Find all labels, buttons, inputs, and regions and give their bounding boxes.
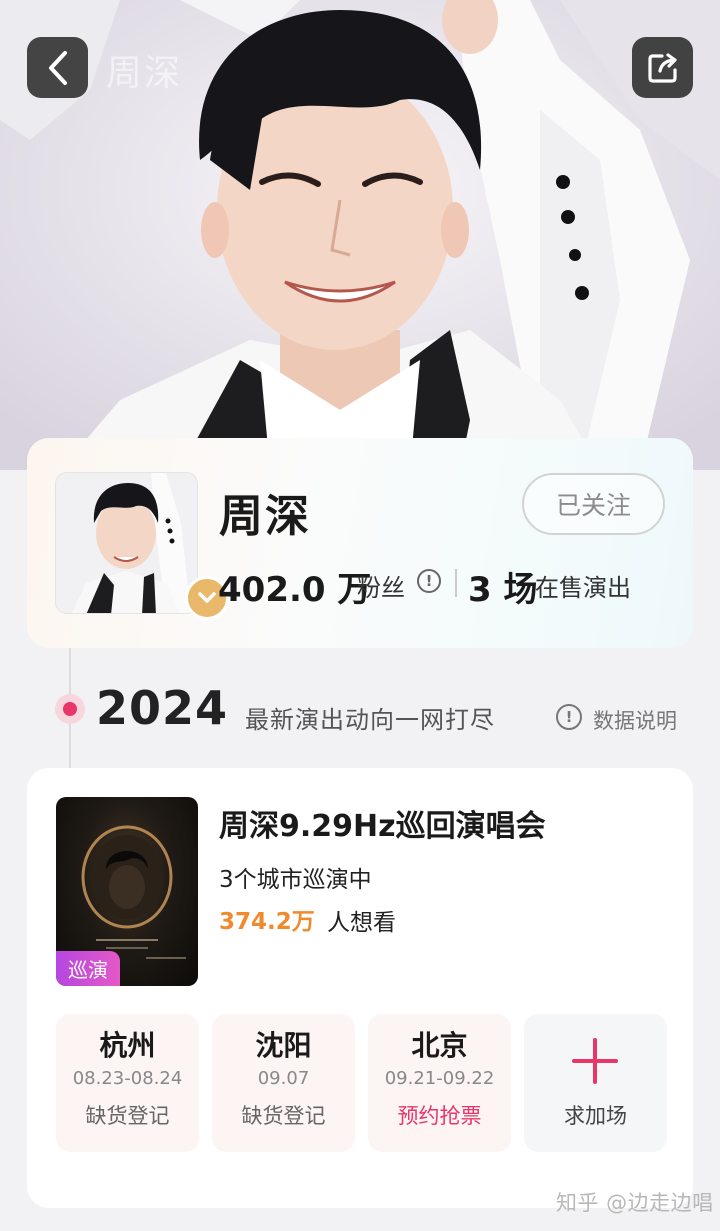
artist-hero-banner: 周深 [0, 0, 720, 470]
city-card-hangzhou[interactable]: 杭州 08.23-08.24 缺货登记 [56, 1014, 199, 1152]
city-name: 沈阳 [255, 1029, 312, 1062]
share-icon [647, 52, 677, 83]
city-status: 缺货登记 [85, 1104, 170, 1128]
want-label: 人想看 [327, 910, 396, 936]
fans-info-icon[interactable]: ! [417, 569, 441, 593]
shows-label: 在售演出 [535, 574, 631, 602]
city-date: 09.21-09.22 [384, 1068, 495, 1089]
tour-card[interactable]: 巡演 周深9.29Hz巡回演唱会 3个城市巡演中 374.2万 人想看 杭州 0… [27, 768, 693, 1208]
data-info-icon[interactable]: ! [556, 704, 582, 730]
timeline-dot [55, 694, 85, 724]
artist-info-card: 周深 已关注 402.0 万 粉丝 ! 3 场 在售演出 [27, 438, 693, 648]
fans-count: 402.0 万 [218, 570, 372, 610]
data-info-link[interactable]: 数据说明 [593, 705, 677, 735]
artist-name: 周深 [219, 491, 311, 542]
request-more-shows-label: 求加场 [564, 1104, 627, 1128]
tour-cities-text: 3个城市巡演中 [219, 867, 372, 893]
city-name: 杭州 [99, 1029, 156, 1062]
want-count: 374.2万 [219, 909, 315, 935]
city-status: 缺货登记 [241, 1104, 326, 1128]
back-button[interactable] [27, 37, 88, 98]
shows-count: 3 场 [468, 570, 538, 610]
year-subtitle: 最新演出动向一网打尽 [245, 706, 495, 734]
verified-check-icon [198, 592, 216, 603]
city-date: 08.23-08.24 [72, 1068, 183, 1089]
nav-title: 周深 [106, 53, 183, 94]
city-card-beijing[interactable]: 北京 09.21-09.22 预约抢票 [368, 1014, 511, 1152]
year-heading: 2024 [96, 681, 229, 735]
avatar[interactable] [55, 472, 198, 614]
avatar-image [56, 473, 197, 613]
city-date: 09.07 [257, 1068, 310, 1089]
city-name: 北京 [411, 1029, 468, 1062]
tour-title[interactable]: 周深9.29Hz巡回演唱会 [219, 801, 546, 845]
tour-poster[interactable]: 巡演 [56, 797, 198, 986]
tour-tag: 巡演 [56, 951, 120, 986]
fans-label: 粉丝 [357, 574, 405, 602]
stat-divider [455, 569, 457, 597]
share-button[interactable] [632, 37, 693, 98]
follow-button[interactable]: 已关注 [522, 473, 665, 535]
watermark: 知乎 @边走边唱 [556, 1191, 714, 1215]
request-more-shows-button[interactable]: 求加场 [524, 1014, 667, 1152]
plus-icon [572, 1038, 618, 1084]
city-card-shenyang[interactable]: 沈阳 09.07 缺货登记 [212, 1014, 355, 1152]
city-status: 预约抢票 [397, 1104, 482, 1128]
chevron-left-icon [48, 50, 67, 85]
